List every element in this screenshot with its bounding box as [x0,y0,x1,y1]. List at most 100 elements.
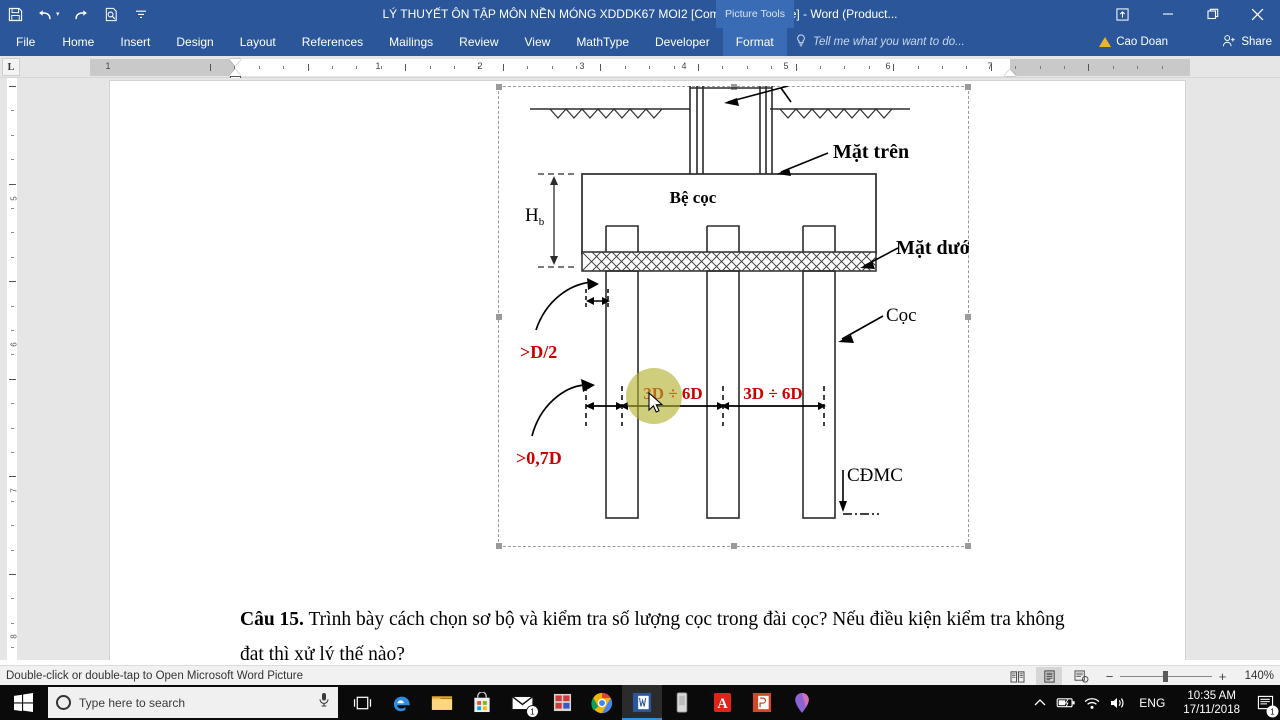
show-hidden-icons-button[interactable] [1027,685,1053,720]
undo-dropdown-chevron-down-icon[interactable]: ▾ [56,10,66,18]
ruler-tick [1137,66,1139,69]
customize-qat-button[interactable] [126,0,156,28]
taskbar-mail[interactable]: 1 [502,685,542,720]
account-indicator[interactable]: Cao Doan [1099,28,1168,56]
read-mode-view-button[interactable] [1004,667,1030,685]
ruler-tick-major [698,64,699,71]
ruler-tick [868,66,870,69]
pile-foundation-figure[interactable]: Hb Mặt trên Mặt dưới Bệ cọc Cọc >D/2 >0,… [498,86,969,547]
app-icon [676,692,688,713]
print-layout-view-button[interactable] [1036,667,1062,685]
ruler-tick [844,66,846,69]
label-spacing-right: 3D ÷ 6D [743,384,802,403]
ruler-tick-major [795,64,797,71]
first-line-indent-marker[interactable] [229,59,241,66]
share-person-icon [1222,34,1236,51]
taskbar-search-box[interactable]: Type here to search [48,687,338,718]
tab-mailings[interactable]: Mailings [376,28,446,56]
action-center-button[interactable]: 1 [1250,685,1280,720]
ruler-number: 1 [375,61,381,71]
start-button[interactable] [0,685,46,720]
wifi-icon[interactable] [1079,685,1105,720]
right-indent-marker[interactable] [1004,69,1016,76]
paragraph-text: Trình bày cách chọn sơ bộ và kiểm tra số… [240,609,1065,660]
zoom-slider[interactable]: − + [1104,669,1228,684]
taskbar-word[interactable] [622,685,662,720]
taskbar-acrobat[interactable]: A [702,685,742,720]
vertical-ruler[interactable]: 5 6 7 8 [0,78,22,660]
tab-developer[interactable]: Developer [642,28,723,56]
ribbon-display-options-button[interactable] [1100,0,1145,28]
tab-insert[interactable]: Insert [107,28,163,56]
pile-foundation-drawing: Hb Mặt trên Mặt dưới Bệ cọc Cọc >D/2 >0,… [516,86,969,519]
svg-text:A: A [717,696,728,712]
task-view-button[interactable] [342,685,382,720]
label-mat-duoi: Mặt dưới [896,237,969,259]
ruler-tick [551,66,553,69]
ruler-number: 1 [105,61,111,71]
document-canvas[interactable]: Hb Mặt trên Mặt dưới Bệ cọc Cọc >D/2 >0,… [22,78,1280,660]
ruler-tick [966,66,968,69]
close-button[interactable] [1235,0,1280,28]
tell-me-search[interactable]: Tell me what you want to do... [795,28,965,56]
label-d-over-2: >D/2 [520,342,557,362]
tab-view-label: View [524,35,551,49]
horizontal-ruler[interactable]: 1 1 2 3 4 5 6 7 [90,59,1190,84]
paragraph-bold-lead: Câu 15. [240,609,304,630]
document-page[interactable]: Hb Mặt trên Mặt dưới Bệ cọc Cọc >D/2 >0,… [110,81,1185,660]
ruler-tick [746,66,748,69]
tab-view[interactable]: View [512,28,564,56]
label-mat-tren: Mặt trên [833,141,909,163]
redo-button[interactable] [66,0,96,28]
ruler-tick [942,66,943,69]
tab-stop-selector[interactable]: L [2,58,20,76]
language-indicator[interactable]: ENG [1131,696,1173,710]
battery-icon[interactable] [1053,685,1079,720]
svg-text:1: 1 [530,706,535,716]
tab-layout[interactable]: Layout [227,28,289,56]
taskbar-file-explorer[interactable] [422,685,462,720]
save-button[interactable] [0,0,30,28]
taskbar-edge[interactable] [382,685,422,720]
web-layout-view-button[interactable] [1068,667,1094,685]
vruler-tick [11,208,14,209]
tab-file[interactable]: File [0,28,49,56]
taskbar-powerpoint[interactable] [742,685,782,720]
chrome-icon [591,692,613,713]
minimize-button[interactable] [1145,0,1190,28]
restore-button[interactable] [1190,0,1235,28]
hanging-indent-marker[interactable] [229,69,241,76]
ruler-number: 2 [477,61,483,71]
taskbar-app-silver[interactable] [662,685,702,720]
ruler-tick [820,66,821,69]
tab-design[interactable]: Design [163,28,226,56]
microphone-icon[interactable] [318,692,330,713]
taskbar-maps[interactable] [782,685,822,720]
zoom-out-button[interactable]: − [1104,669,1115,684]
taskbar-microsoft-store[interactable] [462,685,502,720]
tab-home[interactable]: Home [49,28,107,56]
ruler-tick-major [600,64,602,71]
zoom-track[interactable] [1120,671,1212,682]
tab-mathtype[interactable]: MathType [563,28,642,56]
zoom-level[interactable]: 140% [1240,670,1274,682]
tab-review-label: Review [459,35,499,49]
print-preview-button[interactable] [96,0,126,28]
taskbar-clock[interactable]: 10:35 AM 17/11/2018 [1173,689,1250,717]
vruler-tick [11,330,14,331]
body-paragraph[interactable]: Câu 15. Trình bày cách chọn sơ bộ và kiể… [240,602,1070,660]
tab-format[interactable]: Format [722,28,787,56]
ruler-tick [454,66,455,69]
vruler-number: 6 [9,342,19,347]
vruler-tick-major [9,574,16,575]
share-button[interactable]: Share [1222,28,1272,56]
zoom-knob[interactable] [1163,671,1168,682]
ruler-tick [624,66,626,69]
taskbar-unikey[interactable] [542,685,582,720]
ruler-tick [1039,66,1041,69]
taskbar-chrome[interactable] [582,685,622,720]
tab-references[interactable]: References [289,28,376,56]
tab-review[interactable]: Review [446,28,511,56]
volume-icon[interactable] [1105,685,1131,720]
zoom-in-button[interactable]: + [1217,669,1228,684]
